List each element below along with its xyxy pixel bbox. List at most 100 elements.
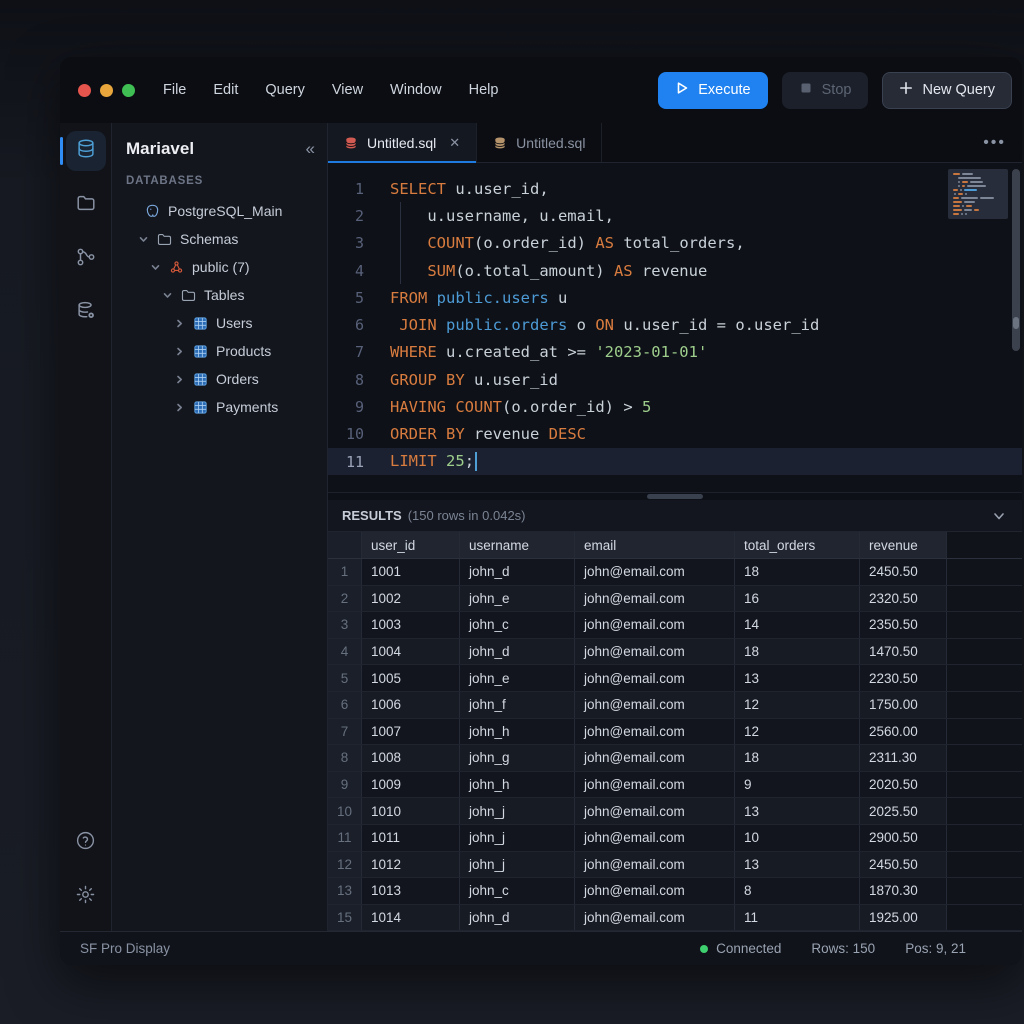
close-tab-icon[interactable]: ✕: [449, 135, 460, 151]
editor-scrollbar[interactable]: [1012, 169, 1020, 351]
chevron-down-icon[interactable]: [162, 290, 173, 301]
cell-revenue: 1470.50: [860, 639, 947, 665]
chevron-right-icon[interactable]: [174, 318, 185, 329]
cell-email: john@email.com: [575, 586, 735, 612]
splitter-handle[interactable]: [647, 494, 703, 499]
rail-databases-icon[interactable]: [66, 131, 106, 171]
tree-item-orders[interactable]: Orders: [112, 365, 327, 393]
chevron-right-icon[interactable]: [174, 374, 185, 385]
menu-file[interactable]: File: [163, 82, 186, 98]
table-row-7[interactable]: 71007john_hjohn@email.com122560.00: [328, 719, 1022, 746]
column-header-username[interactable]: username: [460, 532, 575, 558]
cell-email: john@email.com: [575, 905, 735, 931]
cell-revenue: 2320.50: [860, 586, 947, 612]
minimap[interactable]: [948, 169, 1008, 219]
line-number: 7: [328, 343, 376, 361]
code-text: u.username, u.email,: [376, 207, 614, 225]
tree-item-users[interactable]: Users: [112, 309, 327, 337]
column-header-user-id[interactable]: user_id: [362, 532, 460, 558]
menu-edit[interactable]: Edit: [213, 82, 238, 98]
rail-connections-icon[interactable]: [66, 239, 106, 279]
settings-button[interactable]: [66, 877, 106, 917]
line-number: 10: [328, 425, 376, 443]
chevron-down-icon[interactable]: [150, 262, 161, 273]
table-row-10[interactable]: 101010john_jjohn@email.com132025.50: [328, 798, 1022, 825]
cell-total-orders: 14: [735, 612, 860, 638]
line-number: 6: [328, 316, 376, 334]
sql-editor[interactable]: 1SELECT u.user_id,2 u.username, u.email,…: [328, 163, 1022, 492]
tree-item-payments[interactable]: Payments: [112, 393, 327, 421]
table-icon: [192, 315, 209, 332]
stop-button[interactable]: Stop: [782, 72, 869, 109]
table-row-8[interactable]: 81008john_gjohn@email.com182311.30: [328, 745, 1022, 772]
rail-files-icon[interactable]: [66, 185, 106, 225]
code-line-9: 9HAVING COUNT(o.order_id) > 5: [328, 393, 1022, 420]
column-header-total-orders[interactable]: total_orders: [735, 532, 860, 558]
tree-item-postgresql-main[interactable]: PostgreSQL_Main: [112, 197, 327, 225]
column-header-revenue[interactable]: revenue: [860, 532, 947, 558]
minimize-window-button[interactable]: [100, 84, 113, 97]
code-text: GROUP BY u.user_id: [376, 371, 558, 389]
tree-item-products[interactable]: Products: [112, 337, 327, 365]
row-number: 15: [328, 905, 362, 931]
rows-count: Rows: 150: [811, 941, 875, 956]
table-row-9[interactable]: 91009john_hjohn@email.com92020.50: [328, 772, 1022, 799]
table-row-2[interactable]: 21002john_ejohn@email.com162320.50: [328, 586, 1022, 613]
cell-email: john@email.com: [575, 559, 735, 585]
rail-db-tools-icon[interactable]: [66, 293, 106, 333]
panel-splitter[interactable]: [328, 492, 1022, 500]
table-row-11[interactable]: 111011john_jjohn@email.com102900.50: [328, 825, 1022, 852]
tab-untitled-sql-2[interactable]: Untitled.sql: [477, 123, 602, 162]
connected-dot-icon: [700, 945, 708, 953]
chevron-down-icon[interactable]: [992, 509, 1006, 523]
table-row-4[interactable]: 41004john_djohn@email.com181470.50: [328, 639, 1022, 666]
stop-icon: [799, 81, 813, 99]
table-row-12[interactable]: 121012john_jjohn@email.com132450.50: [328, 852, 1022, 879]
table-icon: [192, 343, 209, 360]
folder-icon: [156, 231, 173, 248]
column-header-email[interactable]: email: [575, 532, 735, 558]
collapse-sidebar-icon[interactable]: «: [306, 139, 313, 159]
zoom-window-button[interactable]: [122, 84, 135, 97]
new-query-button[interactable]: New Query: [882, 72, 1012, 109]
tree-item-schemas[interactable]: Schemas: [112, 225, 327, 253]
cell-email: john@email.com: [575, 612, 735, 638]
row-number: 11: [328, 825, 362, 851]
menu-query[interactable]: Query: [265, 82, 305, 98]
table-row-1[interactable]: 11001john_djohn@email.com182450.50: [328, 559, 1022, 586]
table-row-3[interactable]: 31003john_cjohn@email.com142350.50: [328, 612, 1022, 639]
cell-revenue: 2900.50: [860, 825, 947, 851]
cell-filler: [947, 692, 1022, 718]
tab-overflow-icon[interactable]: •••: [967, 134, 1022, 152]
close-window-button[interactable]: [78, 84, 91, 97]
line-number: 3: [328, 234, 376, 252]
table-row-5[interactable]: 51005john_ejohn@email.com132230.50: [328, 665, 1022, 692]
cell-revenue: 2560.00: [860, 719, 947, 745]
chevron-right-icon[interactable]: [174, 346, 185, 357]
results-grid: user_idusernameemailtotal_ordersrevenue 1…: [328, 532, 1022, 931]
cell-revenue: 2350.50: [860, 612, 947, 638]
tree-item-tables[interactable]: Tables: [112, 281, 327, 309]
cell-filler: [947, 586, 1022, 612]
cell-total-orders: 13: [735, 665, 860, 691]
code-text: LIMIT 25;: [376, 452, 477, 471]
chevron-down-icon[interactable]: [138, 234, 149, 245]
code-line-1: 1SELECT u.user_id,: [328, 175, 1022, 202]
help-button[interactable]: [66, 823, 106, 863]
menu-view[interactable]: View: [332, 82, 363, 98]
execute-button[interactable]: Execute: [658, 72, 767, 109]
table-row-13[interactable]: 131013john_cjohn@email.com81870.30: [328, 878, 1022, 905]
table-row-6[interactable]: 61006john_fjohn@email.com121750.00: [328, 692, 1022, 719]
cell-user-id: 1006: [362, 692, 460, 718]
connection-title: Mariavel: [126, 139, 194, 159]
table-icon: [192, 399, 209, 416]
tree-item-public-7[interactable]: public (7): [112, 253, 327, 281]
menu-window[interactable]: Window: [390, 82, 442, 98]
table-row-15[interactable]: 151014john_djohn@email.com111925.00: [328, 905, 1022, 931]
cell-email: john@email.com: [575, 878, 735, 904]
menu-help[interactable]: Help: [469, 82, 499, 98]
cell-user-id: 1008: [362, 745, 460, 771]
row-number: 1: [328, 559, 362, 585]
chevron-right-icon[interactable]: [174, 402, 185, 413]
tab-untitled-sql-1[interactable]: Untitled.sql✕: [328, 123, 477, 162]
